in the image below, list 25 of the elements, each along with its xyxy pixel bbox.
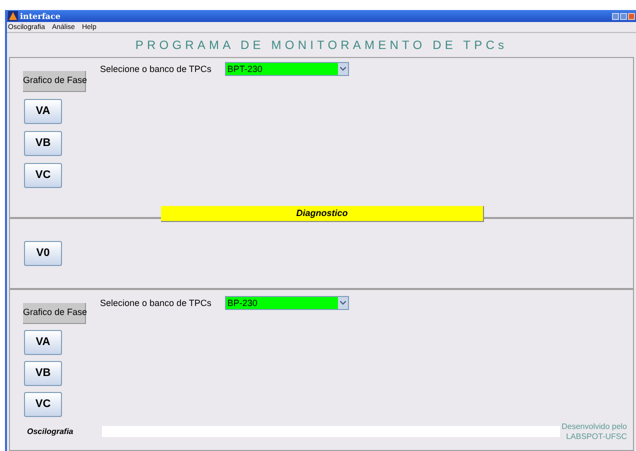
- bank-select[interactable]: BPT-230: [225, 62, 350, 76]
- voltage-button[interactable]: VB: [24, 130, 62, 156]
- close-icon[interactable]: [628, 12, 635, 20]
- window-title: interface: [20, 12, 60, 20]
- voltage-button[interactable]: VA: [24, 98, 62, 124]
- voltage-button[interactable]: V0: [24, 241, 62, 266]
- voltage-button[interactable]: VB: [24, 360, 62, 386]
- maximize-icon[interactable]: [620, 12, 627, 20]
- bank-select[interactable]: BP-230: [225, 296, 350, 310]
- chevron-icon: [338, 297, 348, 309]
- select-label: Selecione o banco de TPCs: [100, 297, 212, 310]
- minimize-icon[interactable]: [612, 12, 619, 20]
- voltage-button[interactable]: VC: [24, 162, 62, 188]
- select-label: Selecione o banco de TPCs: [100, 63, 212, 76]
- voltage-button[interactable]: VA: [24, 330, 62, 355]
- phase-chart-button[interactable]: Grafico de Fase: [23, 70, 86, 92]
- credit-text: LABSPOT-UFSC: [566, 432, 627, 442]
- credit-text: Desenvolvido pelo: [562, 422, 627, 432]
- phase-chart-button[interactable]: Grafico de Fase: [23, 302, 86, 324]
- app-logo-icon: [8, 11, 18, 21]
- oscillography-label: Oscilografia: [27, 426, 74, 438]
- diagnostic-button[interactable]: Diagnostico: [161, 206, 484, 222]
- voltage-button[interactable]: VC: [24, 392, 62, 417]
- chevron-icon: [338, 63, 348, 75]
- program-heading: PROGRAMA DE MONITORAMENTO DE TPCs: [135, 37, 508, 54]
